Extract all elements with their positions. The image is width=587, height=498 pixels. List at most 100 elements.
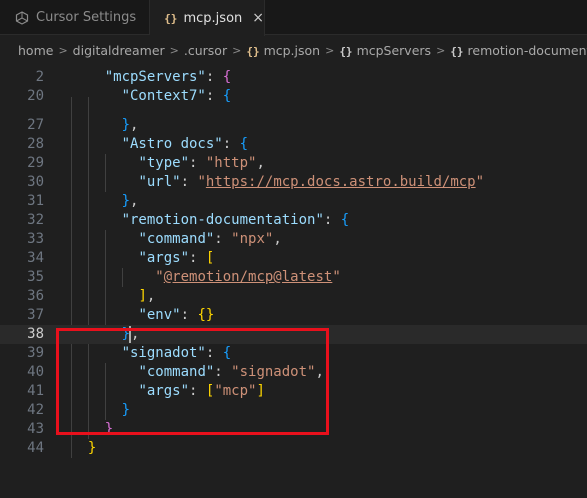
code-token: " — [475, 174, 485, 190]
code-line[interactable]: 28 "Astro docs": { — [0, 135, 587, 154]
code-token: { — [222, 69, 232, 85]
line-number: 41 — [27, 383, 44, 399]
code-line[interactable]: 34 "args": [ — [0, 249, 587, 268]
code-token: , — [130, 117, 139, 133]
code-line[interactable]: 37 "env": {} — [0, 306, 587, 325]
line-number: 34 — [27, 250, 44, 266]
code-text: ], — [71, 287, 155, 306]
breadcrumb-item[interactable]: home — [18, 43, 53, 58]
code-token: } — [87, 440, 97, 456]
code-token: "url" — [138, 174, 181, 190]
code-token: : — [180, 174, 198, 190]
breadcrumb-item[interactable]: {} mcp.json — [246, 43, 320, 58]
code-line[interactable]: 27 }, — [0, 116, 587, 135]
code-text: "Context7": { — [71, 87, 232, 106]
code-text: "remotion-documentation": { — [71, 211, 350, 230]
breadcrumb: home > digitaldreamer > .cursor >{} mcp.json >{… — [0, 36, 587, 64]
code-token: } — [121, 117, 131, 133]
code-token: "type" — [138, 155, 190, 171]
line-number: 38 — [27, 326, 44, 342]
code-text: "env": {} — [71, 306, 214, 325]
code-token: ] — [138, 288, 147, 304]
code-token: "command" — [138, 231, 215, 247]
code-token: , — [273, 231, 282, 247]
code-line[interactable]: 35 "@remotion/mcp@latest" — [0, 268, 587, 287]
tab-mcp-json[interactable]: {} mcp.json × — [150, 0, 265, 36]
code-line[interactable]: 44 } — [0, 439, 587, 458]
breadcrumb-label: home — [18, 42, 54, 58]
code-token: " — [332, 269, 341, 285]
breadcrumb-item[interactable]: {}remotion-documentation — [450, 43, 587, 58]
code-line[interactable]: 29 "type": "http", — [0, 154, 587, 173]
code-token: "args" — [138, 250, 190, 266]
tab-label: Cursor Settings — [36, 10, 137, 25]
code-token: @remotion/mcp@latest — [163, 269, 333, 285]
code-token: : — [189, 250, 206, 266]
line-number: 33 — [27, 231, 44, 247]
json-braces-icon: {} — [450, 44, 464, 58]
json-braces-icon: {} — [339, 44, 353, 58]
tab-cursor-settings[interactable]: Cursor Settings — [0, 0, 150, 35]
code-token: " — [155, 269, 164, 285]
line-number: 36 — [27, 288, 44, 304]
breadcrumb-item[interactable]: {} mcpServers — [339, 43, 431, 58]
code-token: "Context7" — [121, 88, 206, 104]
code-token: : — [222, 136, 240, 152]
code-text: "mcpServers": { — [71, 68, 231, 87]
line-number: 43 — [27, 421, 44, 437]
code-line[interactable]: 30 "url": "https://mcp.docs.astro.build/… — [0, 173, 587, 192]
breadcrumb-label: digitaldreamer — [72, 42, 165, 58]
breadcrumb-separator: > — [169, 43, 179, 57]
breadcrumb-separator: > — [58, 43, 68, 57]
code-token: [ — [205, 250, 215, 266]
line-number: 40 — [27, 364, 44, 380]
code-line[interactable]: 31 }, — [0, 192, 587, 211]
cursor-settings-icon — [14, 10, 30, 26]
breadcrumb-label: mcpServers — [356, 42, 432, 58]
code-text: "command": "npx", — [71, 230, 282, 249]
tab-label: mcp.json — [183, 10, 243, 26]
line-number: 20 — [27, 88, 44, 104]
code-token: "Astro docs" — [121, 136, 223, 152]
highlight-box — [56, 328, 329, 435]
code-token: "env" — [138, 307, 181, 323]
code-token: https://mcp.docs.astro.build/mcp — [205, 174, 476, 190]
breadcrumb-separator: > — [436, 43, 446, 57]
code-token: "remotion-documentation" — [121, 212, 324, 228]
code-line[interactable]: 33 "command": "npx", — [0, 230, 587, 249]
breadcrumb-item[interactable]: .cursor — [184, 43, 227, 58]
code-text: "@remotion/mcp@latest" — [71, 268, 341, 287]
breadcrumb-label: .cursor — [183, 42, 228, 58]
breadcrumb-item[interactable]: digitaldreamer — [73, 43, 165, 58]
line-number: 30 — [27, 174, 44, 190]
line-number: 39 — [27, 345, 44, 361]
tab-bar: Cursor Settings {} mcp.json × — [0, 0, 587, 36]
code-token: : — [189, 155, 206, 171]
code-line[interactable]: 36 ], — [0, 287, 587, 306]
code-token: : — [205, 88, 223, 104]
code-line[interactable]: 32 "remotion-documentation": { — [0, 211, 587, 230]
close-icon[interactable]: × — [252, 10, 264, 26]
code-token: { — [340, 212, 350, 228]
code-token: {} — [197, 307, 215, 323]
code-line[interactable]: 20 "Context7": { — [0, 87, 587, 106]
code-text: "type": "http", — [71, 154, 264, 173]
code-line[interactable]: 2 "mcpServers": { — [0, 68, 587, 87]
line-number: 28 — [27, 136, 44, 152]
code-token: "mcpServers" — [104, 69, 206, 85]
code-token: : — [323, 212, 341, 228]
line-number: 27 — [27, 117, 44, 133]
code-text: } — [71, 439, 96, 458]
breadcrumb-label: remotion-documentation — [467, 42, 587, 58]
